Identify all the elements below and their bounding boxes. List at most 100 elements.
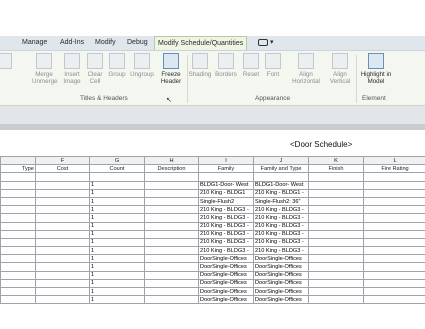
column-letter[interactable]: I [198, 155, 254, 166]
table-cell[interactable] [363, 205, 425, 215]
table-row[interactable]: 1 210 King - BLDG3 -210 King - BLDG3 - [0, 205, 425, 215]
table-cell[interactable] [35, 262, 90, 272]
table-cell[interactable] [308, 229, 364, 239]
table-cell[interactable] [198, 172, 254, 182]
tab-modify[interactable]: Modify [95, 36, 116, 50]
table-cell[interactable] [363, 180, 425, 190]
table-cell[interactable]: 210 King - BLDG3 - [198, 205, 254, 215]
table-cell[interactable] [35, 213, 90, 223]
table-cell[interactable] [144, 205, 199, 215]
table-cell[interactable] [0, 286, 36, 297]
table-cell[interactable] [308, 180, 364, 190]
column-header-fire-rating[interactable]: Fire Rating [363, 164, 425, 174]
table-cell[interactable]: 1 [89, 237, 145, 248]
table-cell[interactable]: 1 [89, 262, 145, 272]
table-cell[interactable] [308, 278, 364, 289]
column-header-count[interactable]: Count [89, 164, 145, 174]
table-cell[interactable]: 210 King - BLDG3 - [253, 246, 309, 256]
tab-manage[interactable]: Manage [22, 36, 47, 50]
ungroup-button[interactable]: Ungroup [130, 53, 154, 78]
table-cell[interactable] [0, 188, 36, 198]
table-cell[interactable]: Single-Flush2: 36" [253, 196, 309, 207]
table-row[interactable]: 1 210 King - BLDG3 -210 King - BLDG3 - [0, 237, 425, 248]
table-row[interactable]: 1 DoorSingle-Offices DoorSingle-Offices [0, 254, 425, 264]
table-cell[interactable] [363, 188, 425, 198]
tab-extra-dropdown[interactable]: ▾ [258, 36, 273, 50]
table-cell[interactable]: 210 King - BLDG3 - [198, 213, 254, 223]
clear-cell-button[interactable]: Clear Cell [83, 53, 107, 85]
table-cell[interactable] [363, 237, 425, 248]
column-letter[interactable]: F [35, 155, 90, 166]
table-cell[interactable] [35, 196, 90, 207]
table-cell[interactable]: DoorSingle-Offices [253, 278, 309, 289]
table-cell[interactable]: 1 [89, 205, 145, 215]
column-letter[interactable]: G [89, 155, 145, 166]
table-cell[interactable] [0, 270, 36, 280]
table-row[interactable]: 1 210 King - BLDG3 -210 King - BLDG3 - [0, 229, 425, 239]
table-cell[interactable] [363, 262, 425, 272]
reset-button[interactable]: Reset [239, 53, 263, 78]
column-letter[interactable]: L [363, 155, 425, 166]
table-row[interactable] [0, 172, 425, 182]
table-row[interactable]: 1 BLDG1-Door- West BLDG1-Door- West [0, 180, 425, 190]
table-row[interactable]: 1 DoorSingle-Offices DoorSingle-Offices [0, 270, 425, 280]
table-cell[interactable] [144, 237, 199, 248]
column-header-finish[interactable]: Finish [308, 164, 364, 174]
table-cell[interactable] [0, 180, 36, 190]
table-cell[interactable] [0, 246, 36, 256]
table-cell[interactable] [363, 278, 425, 289]
table-cell[interactable] [308, 188, 364, 198]
table-cell[interactable]: 210 King - BLDG3 - [198, 246, 254, 256]
table-cell[interactable] [35, 246, 90, 256]
table-cell[interactable] [89, 172, 145, 182]
table-cell[interactable] [144, 221, 199, 231]
table-cell[interactable] [144, 229, 199, 239]
table-cell[interactable] [0, 196, 36, 207]
table-cell[interactable] [35, 205, 90, 215]
column-letter[interactable]: H [144, 155, 199, 166]
table-cell[interactable] [0, 262, 36, 272]
column-header-family-and-type[interactable]: Family and Type [253, 164, 309, 174]
table-cell[interactable]: 1 [89, 295, 145, 305]
table-cell[interactable]: DoorSingle-Offices [253, 286, 309, 297]
table-cell[interactable] [0, 213, 36, 223]
table-cell[interactable] [0, 237, 36, 248]
table-cell[interactable]: DoorSingle-Offices [198, 286, 254, 297]
table-cell[interactable] [308, 196, 364, 207]
shading-button[interactable]: Shading [188, 53, 212, 78]
table-cell[interactable] [35, 237, 90, 248]
table-cell[interactable]: 1 [89, 286, 145, 297]
table-cell[interactable]: 1 [89, 229, 145, 239]
table-row[interactable]: 1 210 King - BLDG3 -210 King - BLDG3 - [0, 221, 425, 231]
table-cell[interactable]: 1 [89, 270, 145, 280]
table-cell[interactable]: 1 [89, 196, 145, 207]
table-row[interactable]: 1 210 King - BLDG1 210 King - BLDG1 - [0, 188, 425, 198]
table-cell[interactable] [308, 254, 364, 264]
table-row[interactable]: 1 DoorSingle-Offices DoorSingle-Offices [0, 295, 425, 305]
font-button[interactable]: Font [261, 53, 285, 78]
table-cell[interactable] [253, 172, 309, 182]
table-cell[interactable] [35, 270, 90, 280]
table-cell[interactable] [308, 262, 364, 272]
table-cell[interactable] [0, 295, 36, 305]
table-cell[interactable] [35, 254, 90, 264]
table-cell[interactable]: 1 [89, 188, 145, 198]
table-cell[interactable] [308, 246, 364, 256]
table-cell[interactable] [35, 295, 90, 305]
highlight-in-model-button[interactable]: Highlight in Model [360, 53, 392, 85]
table-cell[interactable] [308, 270, 364, 280]
table-cell[interactable] [363, 196, 425, 207]
table-cell[interactable] [308, 237, 364, 248]
table-cell[interactable] [35, 180, 90, 190]
table-cell[interactable] [363, 246, 425, 256]
table-cell[interactable] [0, 205, 36, 215]
table-cell[interactable]: 1 [89, 246, 145, 256]
table-cell[interactable]: DoorSingle-Offices [198, 254, 254, 264]
table-cell[interactable] [144, 180, 199, 190]
table-cell[interactable]: 210 King - BLDG3 - [253, 229, 309, 239]
table-cell[interactable]: DoorSingle-Offices [253, 254, 309, 264]
table-cell[interactable] [0, 172, 36, 182]
table-cell[interactable] [144, 188, 199, 198]
table-cell[interactable]: 210 King - BLDG3 - [198, 237, 254, 248]
table-cell[interactable]: 1 [89, 221, 145, 231]
